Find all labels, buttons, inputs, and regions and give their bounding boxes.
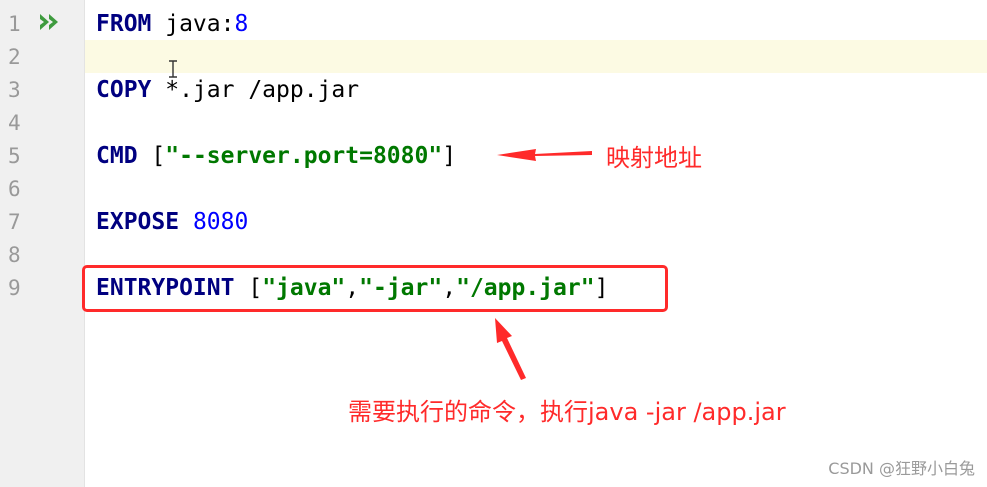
line-number: 8 [8, 243, 21, 267]
line-number: 2 [8, 45, 21, 69]
line-number: 3 [8, 78, 21, 102]
code-text: java: [151, 11, 235, 37]
code-line-5[interactable]: CMD ["--server.port=8080"] [96, 140, 456, 173]
code-line-3[interactable]: COPY *.jar /app.jar [96, 74, 359, 107]
keyword: EXPOSE [96, 209, 180, 235]
mapping-annotation: 映射地址 [606, 144, 702, 172]
number-literal: 8080 [179, 209, 249, 235]
keyword: FROM [96, 11, 152, 37]
line-number: 5 [8, 144, 21, 168]
code-text: [ [137, 143, 166, 169]
current-line-highlight [85, 40, 987, 73]
code-line-1[interactable]: FROM java:8 [96, 8, 248, 41]
entrypoint-highlight-box [82, 265, 668, 312]
code-line-7[interactable]: EXPOSE 8080 [96, 206, 248, 239]
keyword: CMD [96, 143, 138, 169]
line-number: 7 [8, 210, 21, 234]
string-literal: "--server.port=8080" [165, 143, 443, 169]
code-text: *.jar /app.jar [151, 77, 360, 103]
line-number: 1 [8, 12, 21, 36]
number-literal: 8 [234, 11, 249, 37]
line-number: 6 [8, 177, 21, 201]
code-text: ] [442, 143, 457, 169]
command-annotation: 需要执行的命令，执行java -jar /app.jar [348, 398, 786, 426]
watermark: CSDN @狂野小白兔 [828, 459, 975, 478]
code-editor[interactable]: 1 2 3 4 5 6 7 8 9 FROM java:8 COPY *.jar… [0, 0, 987, 487]
run-double-chevron-icon[interactable] [38, 12, 62, 32]
line-number: 4 [8, 111, 21, 135]
arrow-to-cmd-icon [497, 149, 592, 161]
arrow-to-entrypoint-icon [495, 318, 526, 380]
line-number-gutter: 1 2 3 4 5 6 7 8 9 [0, 0, 85, 487]
text-cursor-icon [169, 60, 177, 78]
keyword: COPY [96, 77, 152, 103]
line-number: 9 [8, 276, 21, 300]
